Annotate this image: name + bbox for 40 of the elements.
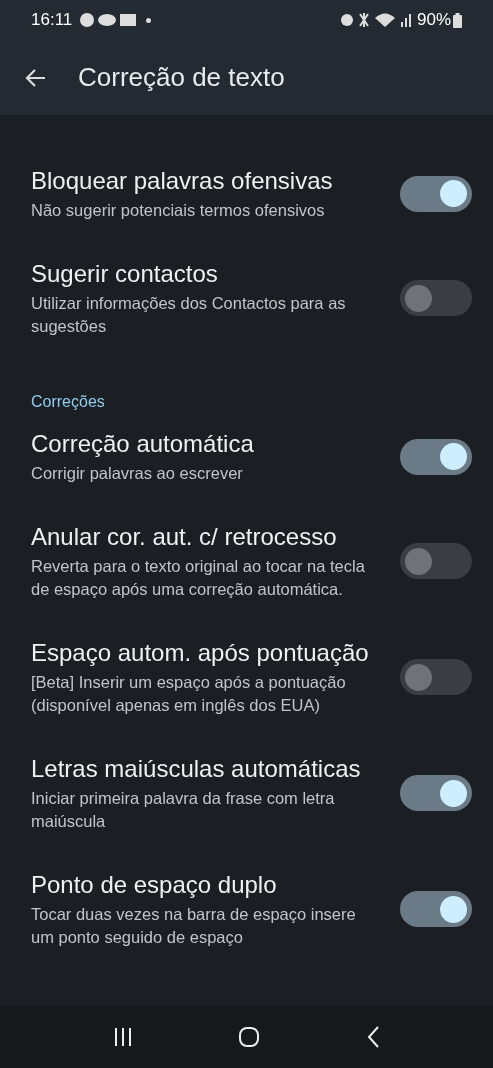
toggle-switch[interactable] <box>400 438 472 475</box>
toggle-switch[interactable] <box>400 659 472 695</box>
setting-title: Letras maiúsculas automáticas <box>31 754 362 784</box>
setting-title: Ponto de espaço duplo <box>31 870 278 900</box>
setting-row[interactable]: Letras maiúsculas automáticas Iniciar primeira palavra da frase com letra maiúscula <box>0 747 493 863</box>
setting-title: Correção automática <box>31 429 255 459</box>
back-icon[interactable] <box>366 1026 381 1048</box>
signal-icon <box>400 13 411 27</box>
page-title: Correção de texto <box>78 61 285 94</box>
setting-row[interactable]: Sugerir contactos Utilizar informações dos Contactos para as sugestões <box>0 252 493 368</box>
toggle-switch[interactable] <box>400 775 472 811</box>
setting-summary: Não sugerir potenciais termos ofensivos <box>31 200 326 221</box>
setting-row[interactable]: Ponto de espaço duplo Tocar duas vezes na barra de espaço insere um ponto seguido de espaço <box>0 863 493 979</box>
setting-row[interactable]: Espaço autom. após pontuação [Beta] Inserir um espaço após a pontuação (disponível apenas em inglês dos EUA) <box>0 631 493 747</box>
toggle-switch[interactable] <box>400 891 472 927</box>
setting-summary: Tocar duas vezes na barra de espaço insere um ponto seguido de espaço <box>31 904 357 948</box>
setting-summary: Utilizar informações dos Contactos para as sugestões <box>31 293 347 337</box>
battery-percent: 90% <box>416 9 451 32</box>
battery-icon <box>453 12 462 28</box>
bluetooth-icon <box>358 13 369 27</box>
home-icon[interactable] <box>238 1026 261 1048</box>
setting-title: Anular cor. aut. c/ retrocesso <box>31 522 338 552</box>
setting-summary: Iniciar primeira palavra da frase com letra maiúscula <box>31 788 336 832</box>
setting-summary: Corrigir palavras ao escrever <box>31 463 244 484</box>
setting-summary: Reverta para o texto original ao tocar na tecla de espaço após uma correção automática. <box>31 556 366 600</box>
setting-row[interactable]: Bloquear palavras ofensivas Não sugerir potenciais termos ofensivos <box>0 159 493 252</box>
setting-row[interactable]: Correção automática Corrigir palavras ao escrever <box>0 422 493 515</box>
setting-row[interactable]: Anular cor. aut. c/ retrocesso Reverta para o texto original ao tocar na tecla de espaço após uma correção automática. <box>0 515 493 631</box>
setting-title: Espaço autom. após pontuação <box>31 638 370 668</box>
section-header: Correções <box>31 393 105 410</box>
setting-title: Bloquear palavras ofensivas <box>31 166 334 196</box>
setting-title: Sugerir contactos <box>31 259 219 289</box>
wifi-icon <box>374 13 395 27</box>
status-time: 16:11 <box>31 9 73 32</box>
toggle-switch[interactable] <box>400 280 472 316</box>
setting-summary: [Beta] Inserir um espaço após a pontuação (disponível apenas em inglês dos EUA) <box>31 672 347 716</box>
recent-apps-icon[interactable] <box>112 1027 133 1047</box>
toggle-switch[interactable] <box>400 175 472 212</box>
toggle-switch[interactable] <box>400 543 472 579</box>
dot-icon <box>146 17 152 23</box>
